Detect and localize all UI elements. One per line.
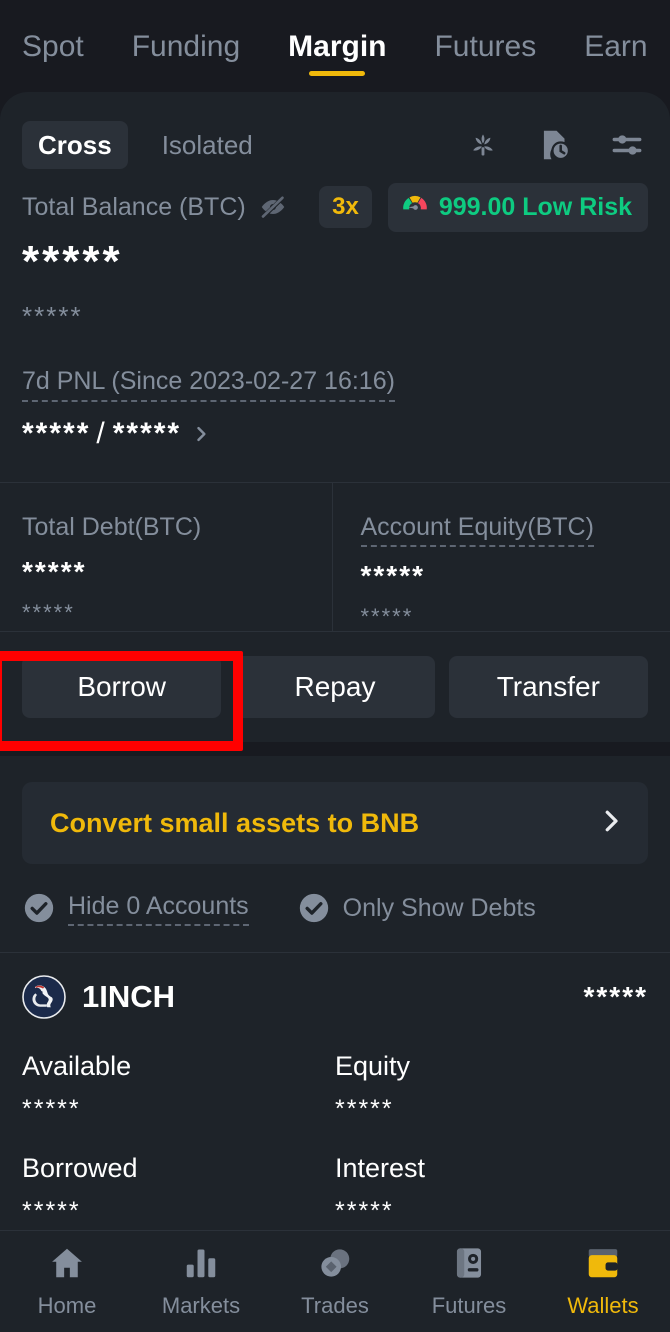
asset-equity-value: ***** [335,1095,394,1123]
history-document-icon[interactable] [534,124,576,166]
bottom-nav-home[interactable]: Home [0,1244,134,1319]
total-balance-row: Total Balance (BTC) 3x 999.00 Low Risk [0,170,670,232]
tab-futures[interactable]: Futures [434,28,536,82]
risk-value: 999.00 Low Risk [438,193,632,221]
tab-funding[interactable]: Funding [132,28,240,82]
risk-level-badge[interactable]: 999.00 Low Risk [387,182,648,232]
account-equity-label[interactable]: Account Equity(BTC) [360,511,594,547]
asset-interest-cell: Interest ***** [335,1151,648,1227]
chevron-right-icon [596,806,626,841]
borrow-button[interactable]: Borrow [22,656,222,718]
check-circle-icon [22,891,56,925]
account-equity-cell: Account Equity(BTC) ***** ***** [331,483,670,631]
settings-sliders-icon[interactable] [606,124,648,166]
total-balance-label: Total Balance (BTC) [22,193,246,221]
bar-chart-icon [182,1244,220,1287]
bottom-nav-wallets-label: Wallets [567,1293,639,1318]
hide-zero-accounts-toggle[interactable]: Hide 0 Accounts [22,890,249,926]
filter-row: Hide 0 Accounts Only Show Debts [0,864,670,952]
asset-borrowed-label: Borrowed [22,1153,138,1183]
pnl-separator: / [96,417,107,450]
section-gap [0,742,670,756]
futures-card-icon [450,1244,488,1287]
asset-equity-cell: Equity ***** [335,1049,648,1125]
flower-icon[interactable] [462,124,504,166]
asset-equity-label: Equity [335,1051,411,1081]
only-show-debts-toggle[interactable]: Only Show Debts [297,891,536,925]
tab-spot[interactable]: Spot [22,28,84,82]
total-debt-label: Total Debt(BTC) [22,513,202,541]
total-balance-fiat: ***** [22,301,83,331]
mode-cross-button[interactable]: Cross [22,121,128,169]
asset-interest-value: ***** [335,1197,394,1225]
1inch-coin-icon [22,975,66,1019]
asset-fields-row-1: Available ***** Equity ***** [22,1049,648,1125]
bottom-nav-markets[interactable]: Markets [134,1244,268,1319]
asset-symbol: 1INCH [82,979,176,1014]
pnl-value-row[interactable]: ***** / ***** [0,402,670,454]
only-show-debts-label: Only Show Debts [342,894,536,922]
chevron-right-icon [191,424,211,444]
debt-equity-row: Total Debt(BTC) ***** ***** Account Equi… [0,483,670,631]
asset-total-value: ***** [583,981,648,1012]
home-icon [48,1244,86,1287]
transfer-button[interactable]: Transfer [448,656,648,718]
tab-margin[interactable]: Margin [288,28,386,82]
asset-available-value: ***** [22,1095,81,1123]
bottom-nav-home-label: Home [37,1293,97,1318]
asset-row-1inch[interactable]: 1INCH ***** Available ***** Equity *****… [0,953,670,1227]
total-debt-cell: Total Debt(BTC) ***** ***** [0,483,332,631]
total-debt-value: ***** [22,556,87,587]
bottom-nav-markets-label: Markets [161,1293,241,1318]
hide-zero-accounts-label: Hide 0 Accounts [68,890,249,926]
bottom-nav-trades[interactable]: Trades [268,1244,402,1319]
asset-borrowed-cell: Borrowed ***** [22,1151,335,1227]
convert-small-assets-banner[interactable]: Convert small assets to BNB [22,782,648,864]
eye-off-icon[interactable] [258,192,288,222]
total-debt-sub: ***** [22,600,75,625]
asset-available-label: Available [22,1051,132,1081]
top-tab-bar: Spot Funding Margin Futures Earn [0,0,670,92]
asset-borrowed-value: ***** [22,1197,81,1225]
risk-gauge-icon [400,190,430,225]
bottom-nav-futures-label: Futures [431,1293,507,1318]
pnl-label[interactable]: 7d PNL (Since 2023-02-27 16:16) [22,364,395,402]
action-buttons-row: Borrow Repay Transfer [0,632,670,742]
check-circle-icon [297,891,331,925]
asset-fields-row-2: Borrowed ***** Interest ***** [22,1151,648,1227]
leverage-badge[interactable]: 3x [319,186,372,228]
bottom-nav-bar: Home Markets Trades Futures Wallets [0,1230,670,1332]
margin-account-screen: Spot Funding Margin Futures Earn Cross I… [0,0,670,1332]
margin-mode-row: Cross Isolated [0,92,670,170]
mode-isolated-button[interactable]: Isolated [146,121,269,169]
bottom-nav-wallets[interactable]: Wallets [536,1244,670,1319]
bottom-nav-trades-label: Trades [301,1293,369,1318]
wallet-icon [584,1244,622,1287]
asset-header: 1INCH ***** [22,975,648,1019]
convert-banner-wrap: Convert small assets to BNB [0,756,670,864]
convert-label: Convert small assets to BNB [50,808,420,838]
tab-earn[interactable]: Earn [584,28,647,82]
pnl-amount: ***** [22,417,91,450]
margin-card: Cross Isolated Total Balance (BTC) 3x 99… [0,92,670,1332]
account-equity-sub: ***** [360,604,414,629]
total-balance-value: ***** [22,237,123,286]
account-equity-value: ***** [360,560,425,591]
bottom-nav-futures[interactable]: Futures [402,1244,536,1319]
repay-button[interactable]: Repay [235,656,435,718]
asset-available-cell: Available ***** [22,1049,335,1125]
pnl-percent: ***** [112,417,182,450]
trades-circles-icon [316,1244,354,1287]
asset-interest-label: Interest [335,1153,426,1183]
